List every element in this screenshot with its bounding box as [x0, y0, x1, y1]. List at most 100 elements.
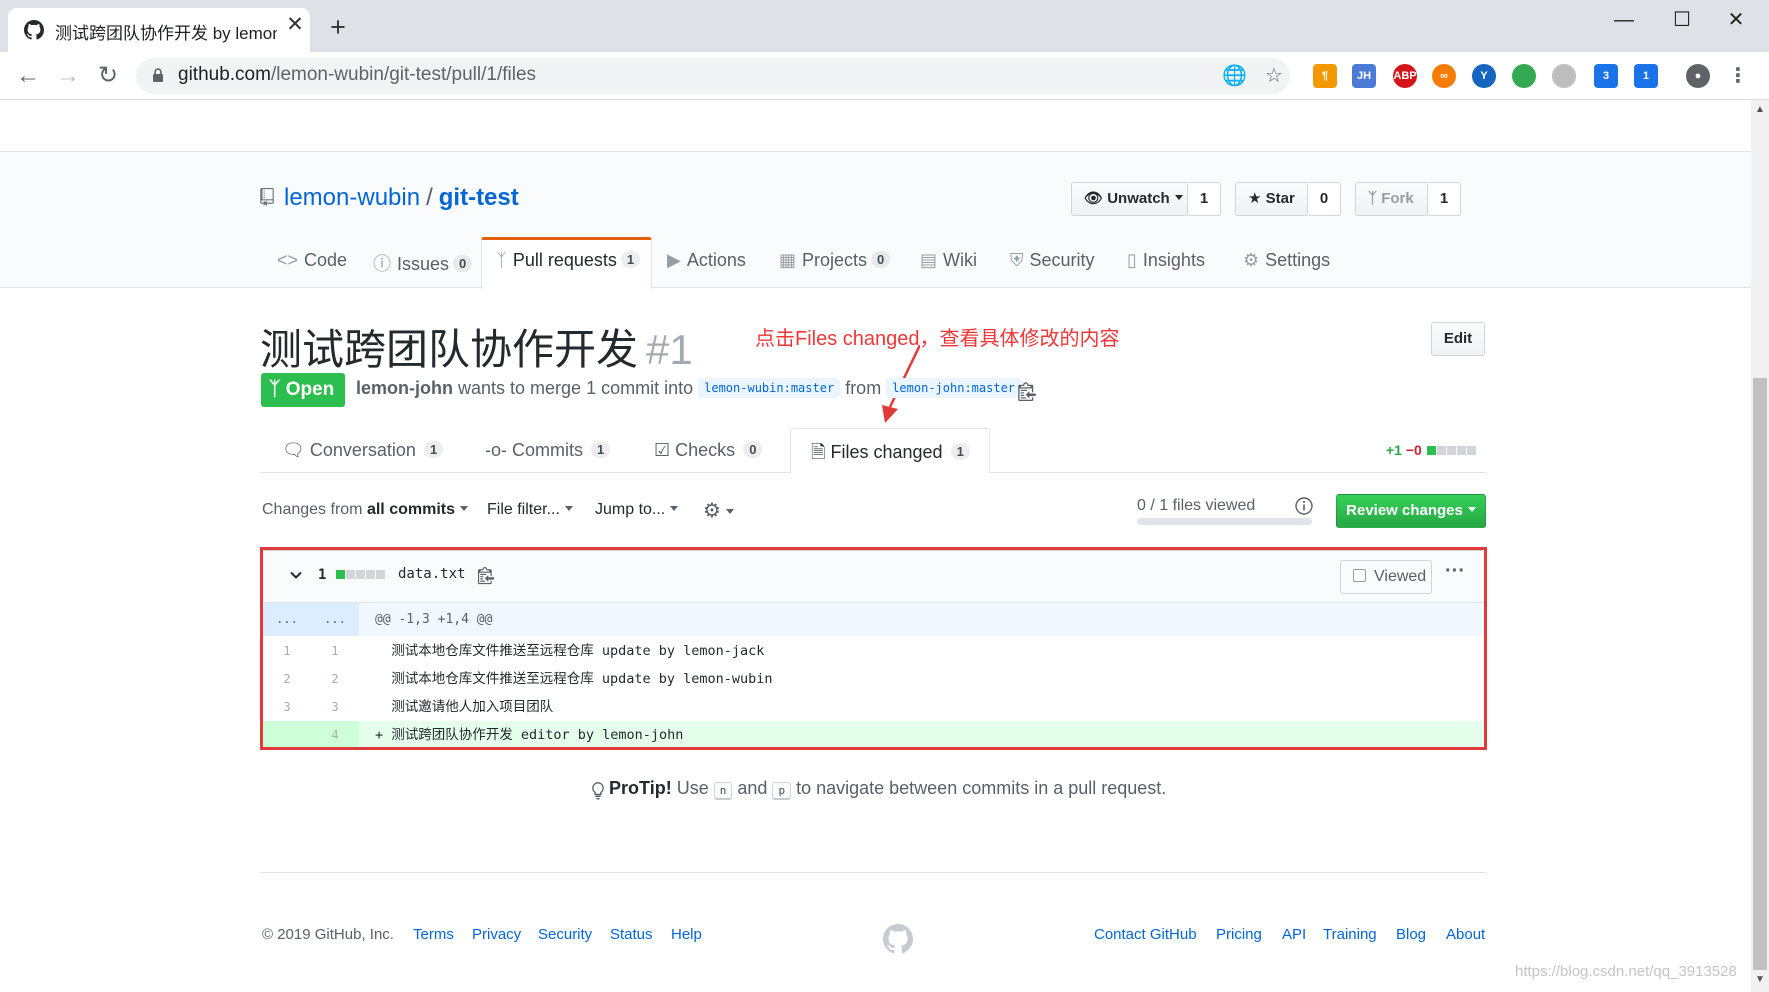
forward-arrow-icon[interactable]: →	[55, 63, 81, 89]
tab-title: 测试跨团队协作开发 by lemon-j	[55, 24, 277, 43]
edit-button[interactable]: Edit	[1431, 322, 1485, 356]
tab-checks[interactable]: ☑ Checks 0	[654, 440, 763, 461]
project-icon: ▦	[779, 250, 797, 270]
clipboard-icon[interactable]	[1018, 381, 1036, 401]
repo-owner-link[interactable]: lemon-wubin	[284, 184, 420, 211]
footer-link-text[interactable]: Training	[1323, 926, 1377, 943]
browser-tab-active[interactable]: 测试跨团队协作开发 by lemon-j ✕	[8, 8, 310, 52]
tab-close-icon[interactable]: ✕	[284, 14, 306, 36]
reponav-pr-label: Pull requests	[512, 250, 617, 270]
footer-link-terms[interactable]: Terms	[413, 926, 454, 943]
github-logo-icon[interactable]	[883, 924, 913, 954]
badge-1-extension-icon[interactable]: 1	[1634, 64, 1658, 88]
unwatch-button[interactable]: 👁 Unwatch	[1071, 182, 1188, 216]
fork-count[interactable]: 1	[1428, 182, 1461, 216]
star-button[interactable]: ★ Star	[1235, 182, 1308, 216]
diff-settings-dropdown[interactable]: ⚙	[703, 498, 734, 523]
caret-down-icon	[670, 506, 679, 511]
eye-icon: 👁	[1084, 190, 1104, 207]
footer-link-text[interactable]: API	[1282, 926, 1306, 943]
gray-extension-icon[interactable]	[1552, 64, 1576, 88]
back-arrow-icon[interactable]: ←	[15, 63, 41, 89]
footer-link-text[interactable]: Terms	[413, 926, 454, 943]
footer-link-text[interactable]: Status	[610, 926, 653, 943]
caret-down-icon	[459, 506, 468, 511]
reponav-settings[interactable]: ⚙ Settings	[1243, 250, 1330, 288]
protip-use: Use	[676, 778, 709, 798]
footer-link-text[interactable]: Help	[671, 926, 702, 943]
badge-3-extension-icon[interactable]: 3	[1594, 64, 1618, 88]
star-count[interactable]: 0	[1308, 182, 1341, 216]
footer-link-text[interactable]: Blog	[1396, 926, 1426, 943]
minimize-button[interactable]: —	[1598, 4, 1650, 36]
star-bookmark-icon[interactable]: ☆	[1262, 64, 1286, 88]
green-circle-extension-icon[interactable]	[1512, 64, 1536, 88]
footer-link-blog[interactable]: Blog	[1396, 926, 1426, 943]
file-filter-dropdown[interactable]: File filter...	[487, 501, 573, 519]
paragraph-extension-icon[interactable]: ¶	[1313, 64, 1337, 88]
browser-menu-icon[interactable]: ⋮	[1726, 64, 1750, 88]
reponav-wiki[interactable]: ▤ Wiki	[920, 250, 977, 288]
watch-count[interactable]: 1	[1188, 182, 1221, 216]
new-tab-button[interactable]: +	[324, 14, 352, 43]
reload-icon[interactable]: ↻	[95, 63, 121, 89]
jump-to-dropdown[interactable]: Jump to...	[595, 501, 679, 519]
jump-to-label: Jump to...	[595, 501, 666, 518]
reponav-code[interactable]: <> Code	[277, 250, 347, 288]
footer-link-about[interactable]: About	[1446, 926, 1485, 943]
conversation-count: 1	[423, 441, 444, 458]
footer-link-help[interactable]: Help	[671, 926, 702, 943]
reponav-insights[interactable]: ▯ Insights	[1127, 250, 1205, 288]
gear-icon: ⚙	[703, 500, 721, 522]
footer-link-contact[interactable]: Contact GitHub	[1094, 926, 1197, 943]
infinity-extension-icon[interactable]: ∞	[1432, 64, 1456, 88]
scroll-up-arrow-icon[interactable]: ▲	[1751, 104, 1769, 115]
fork-button[interactable]: ᛉ Fork	[1355, 182, 1428, 216]
adblock-plus-icon[interactable]: ABP	[1393, 64, 1417, 88]
base-branch[interactable]: lemon-wubin:master	[698, 378, 841, 398]
url-text[interactable]: github.com/lemon-wubin/git-test/pull/1/f…	[178, 64, 536, 86]
footer-link-security[interactable]: Security	[538, 926, 592, 943]
star-label: Star	[1265, 190, 1295, 207]
head-branch[interactable]: lemon-john:master	[886, 378, 1022, 398]
footer-link-text[interactable]: About	[1446, 926, 1485, 943]
changes-from-dropdown[interactable]: Changes from all commits	[262, 501, 468, 519]
repo-name-link[interactable]: git-test	[439, 184, 519, 211]
footer-link-api[interactable]: API	[1282, 926, 1306, 943]
book-icon: ▤	[920, 250, 938, 270]
pr-meta: lemon-john wants to merge 1 commit into …	[356, 378, 1022, 399]
diffstat-block	[1456, 446, 1466, 455]
footer-link-pricing[interactable]: Pricing	[1216, 926, 1262, 943]
url-host: github.com	[178, 64, 271, 85]
close-window-button[interactable]: ✕	[1710, 4, 1762, 36]
tab-files-changed[interactable]: 🗎 Files changed 1	[811, 440, 970, 470]
footer-link-text[interactable]: Security	[538, 926, 592, 943]
profile-avatar-icon[interactable]: ●	[1686, 64, 1710, 88]
y-extension-icon[interactable]: Y	[1472, 64, 1496, 88]
reponav-pull-requests[interactable]: ᛉ Pull requests 1	[496, 250, 641, 288]
caret-down-icon	[1467, 507, 1476, 512]
pr-author-link[interactable]: lemon-john	[356, 378, 453, 398]
review-changes-button[interactable]: Review changes	[1336, 494, 1486, 528]
reponav-issues[interactable]: ⓘ Issues 0	[373, 250, 473, 288]
scrollbar-thumb[interactable]	[1753, 378, 1767, 970]
reponav-actions[interactable]: ▶ Actions	[667, 250, 746, 288]
footer-link-text[interactable]: Privacy	[472, 926, 521, 943]
file-diff-icon: 🗎	[811, 442, 826, 462]
footer-link-training[interactable]: Training	[1323, 926, 1377, 943]
translate-icon[interactable]: 🌐	[1222, 64, 1247, 88]
footer-link-status[interactable]: Status	[610, 926, 653, 943]
footer-link-text[interactable]: Contact GitHub	[1094, 926, 1197, 943]
info-icon[interactable]	[1295, 497, 1313, 515]
reponav-security[interactable]: ⛨ Security	[1010, 250, 1095, 288]
watermark-text: https://blog.csdn.net/qq_3913528	[1515, 963, 1737, 980]
tab-commits[interactable]: -o- Commits 1	[485, 440, 611, 461]
footer-link-text[interactable]: Pricing	[1216, 926, 1262, 943]
jh-extension-icon[interactable]: JH	[1352, 64, 1376, 88]
tab-conversation[interactable]: 🗨 Conversation 1	[282, 440, 444, 461]
reponav-settings-label: Settings	[1265, 250, 1331, 270]
maximize-button[interactable]: ☐	[1656, 4, 1708, 36]
footer-link-privacy[interactable]: Privacy	[472, 926, 521, 943]
scroll-down-arrow-icon[interactable]: ▼	[1751, 974, 1769, 985]
reponav-projects[interactable]: ▦ Projects 0	[779, 250, 891, 288]
